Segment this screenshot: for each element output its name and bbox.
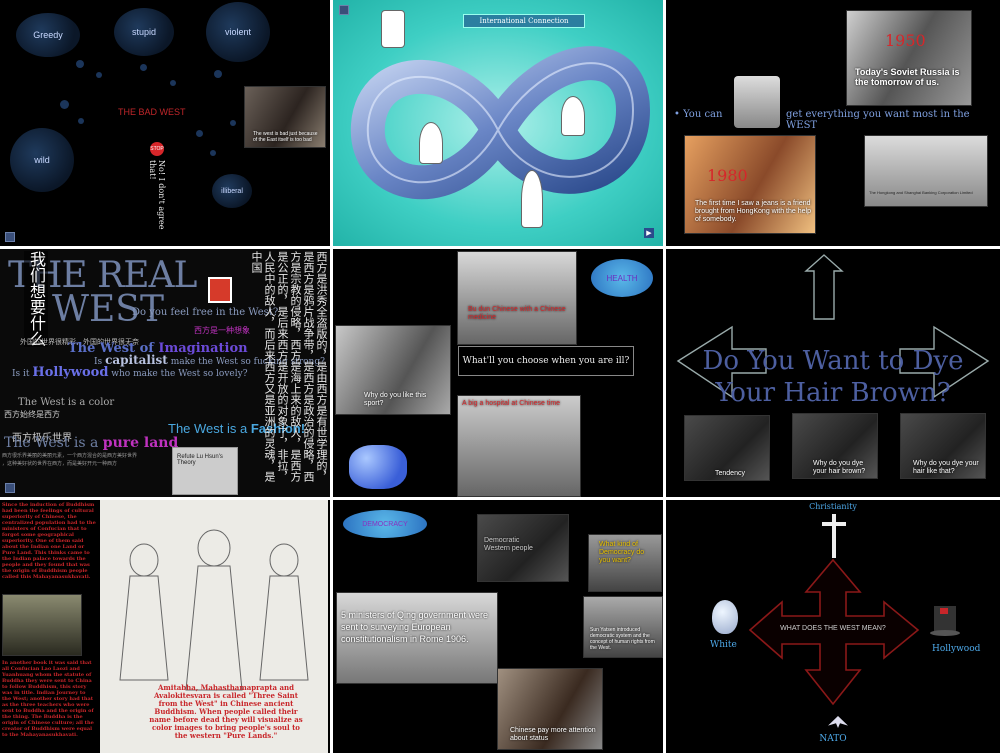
bullet-text: • You can [674,109,723,120]
white-label: White [710,640,737,650]
panel-pure-land: Since the induction of Buddhism had been… [0,500,330,753]
video-caption: Why do you like this sport? [364,392,427,407]
west-color-line: The West is a color [18,397,115,408]
newspaper-caption: The Hongkong and Shanghai Banking Corpor… [869,190,973,195]
cloud-greedy: Greedy [16,13,80,57]
video-thumbnail-3[interactable]: Why do you dye your hair like that? [900,413,986,479]
stop-sign-icon: STOP [150,142,164,156]
photo-caption: Sun Yatsen introduced democratic system … [590,627,655,651]
video-thumbnail-1[interactable]: Tendency [684,415,770,481]
book-icon [208,277,232,303]
year-1980: 1980 [707,166,748,185]
pills-icon [349,445,407,489]
buddha-statue-photo[interactable] [2,594,82,656]
health-bubble[interactable]: HEALTH [591,259,653,297]
video-caption: Why do you dye your hair like that? [913,460,979,475]
cloud-stupid: stupid [114,8,174,56]
panel-health: Bu dun Chinese with a Chinese medicine H… [333,249,663,497]
bubble-dot [170,80,176,86]
panel-bad-west: Greedy stupid violent wild illiberal THE… [0,0,330,246]
book-cover-title: Refute Lu Hsun's Theory [177,454,223,466]
video-caption: Chinese pay more attention about status [510,727,596,742]
video-caption: Tendency [715,470,745,477]
white-face-icon [712,600,738,634]
panel-international-connection: International Connection ▶ [333,0,663,246]
bubble-dot [214,70,222,78]
year-1950: 1950 [885,31,926,50]
running-figure-icon [561,96,585,136]
panel-dye-hair: Do You Want to Dye Your Hair Brown? Tende… [666,249,1000,497]
nav-icon[interactable] [5,483,15,493]
video-thumbnail-status[interactable]: Chinese pay more attention about status [497,668,603,750]
panel-real-west: THE REAL WEST 我们想要什么 Do you feel free in… [0,249,330,497]
video-thumbnail-man[interactable]: The west is bad just because of the East… [244,86,326,148]
video-caption: The west is bad just because of the East… [253,131,318,143]
dye-hair-title: Do You Want to Dye Your Hair Brown? [702,346,964,408]
ill-question-box: What'll you choose when you are ill? [458,346,634,376]
news-photo-1950[interactable]: 1950 Today's Soviet Russia is the tomorr… [846,10,972,106]
disagree-vertical-text: No! I don't agree that! [148,160,166,230]
video-thumbnail-boy[interactable]: Why do you like this sport? [335,325,451,415]
video-thumbnail-2[interactable]: Why do you dye your hair brown? [792,413,878,479]
panel-west-meaning: Christianity WHAT DOES THE WEST MEAN? Wh… [666,500,1000,753]
bubble-dot [78,118,84,124]
bubble-dot [230,120,236,126]
bubble-dot [96,72,102,78]
photo-caption: A big a hospital at Chinese time [462,400,561,407]
democracy-question-photo[interactable]: What kind of Democracy do you want? [588,534,662,592]
historic-photo-medicine[interactable]: Bu dun Chinese with a Chinese medicine [457,251,577,345]
ministers-caption: 5 ministers of Qing government were sent… [341,610,489,644]
bullet-text-continued: get everything you want most in the WEST [786,109,970,131]
bubble-dot [210,150,216,156]
nato-label: NATO [819,734,847,744]
hollywood-line: Is it Hollywood who make the West so lov… [12,365,248,380]
top-hat-icon [930,606,960,642]
newspaper-photo[interactable]: The Hongkong and Shanghai Banking Corpor… [864,135,988,207]
pure-land-line: The West is a pure land [4,435,179,451]
three-saints-drawing: Amitabha, Mahasthamaprapta and Avalokite… [100,500,328,753]
next-arrow-icon[interactable]: ▶ [644,228,654,238]
book-cover: Refute Lu Hsun's Theory [172,447,238,495]
news-caption: Today's Soviet Russia is the tomorrow of… [855,67,960,87]
video-caption: Democratic Western people [484,537,533,552]
bubble-dot [196,130,203,137]
qing-ministers-photo[interactable]: 5 ministers of Qing government were sent… [336,592,498,684]
cloud-illiberal: illiberal [212,174,252,208]
west-always-cn: 西方始终是西方 [4,410,60,419]
democracy-bubble[interactable]: DEMOCRACY [343,510,427,538]
column-capital-icon [734,76,780,128]
chinese-columns-text: 西方是洪秀全盗版的，是由西方是有世学理的，是西方是鸦片战争带，是西方是政治的侵略… [250,251,328,482]
photo-caption: Bu dun Chinese with a Chinese medicine [468,306,566,321]
running-figure-icon [419,122,443,164]
three-saints-caption: Amitabha, Mahasthamaprapta and Avalokite… [149,683,303,740]
hospital-photo[interactable]: A big a hospital at Chinese time [457,395,581,497]
panel-democracy: DEMOCRACY Democratic Western people What… [333,500,663,753]
small-cn-line-1: 西方很乐界美丽的美丽元素，一个西方混合的是西方美好世界 [2,453,138,459]
sun-yatsen-photo[interactable]: Sun Yatsen introduced democratic system … [583,596,663,658]
what-we-want-vertical: 我们想要什么 [24,251,48,347]
bad-west-title: THE BAD WEST [118,107,186,117]
video-thumbnail-democratic[interactable]: Democratic Western people [477,514,569,582]
buddhism-text-top: Since the induction of Buddhism had been… [2,502,96,580]
bubble-dot [60,100,69,109]
hollywood-label: Hollywood [932,644,981,654]
running-figure-icon [521,170,543,228]
cloud-wild: wild [10,128,74,192]
buddhism-text-bottom: In another book it was said that all Con… [2,660,94,738]
small-cn-line-2: ，这种美好状的世界在西方，而是美好开元一种西方 [2,461,118,467]
video-thumbnail-woman[interactable]: 1980 The first time I saw a jeans is a f… [684,135,816,234]
cloud-violent: violent [206,2,270,62]
running-figure-icon [381,10,405,48]
bubble-dot [140,64,147,71]
nav-icon[interactable] [5,232,15,242]
panel-get-everything: 1950 Today's Soviet Russia is the tomorr… [666,0,1000,246]
photo-caption: What kind of Democracy do you want? [599,541,645,564]
video-caption: The first time I saw a jeans is a friend… [695,200,811,223]
video-caption: Why do you dye your hair brown? [813,460,866,475]
bubble-dot [76,60,84,68]
